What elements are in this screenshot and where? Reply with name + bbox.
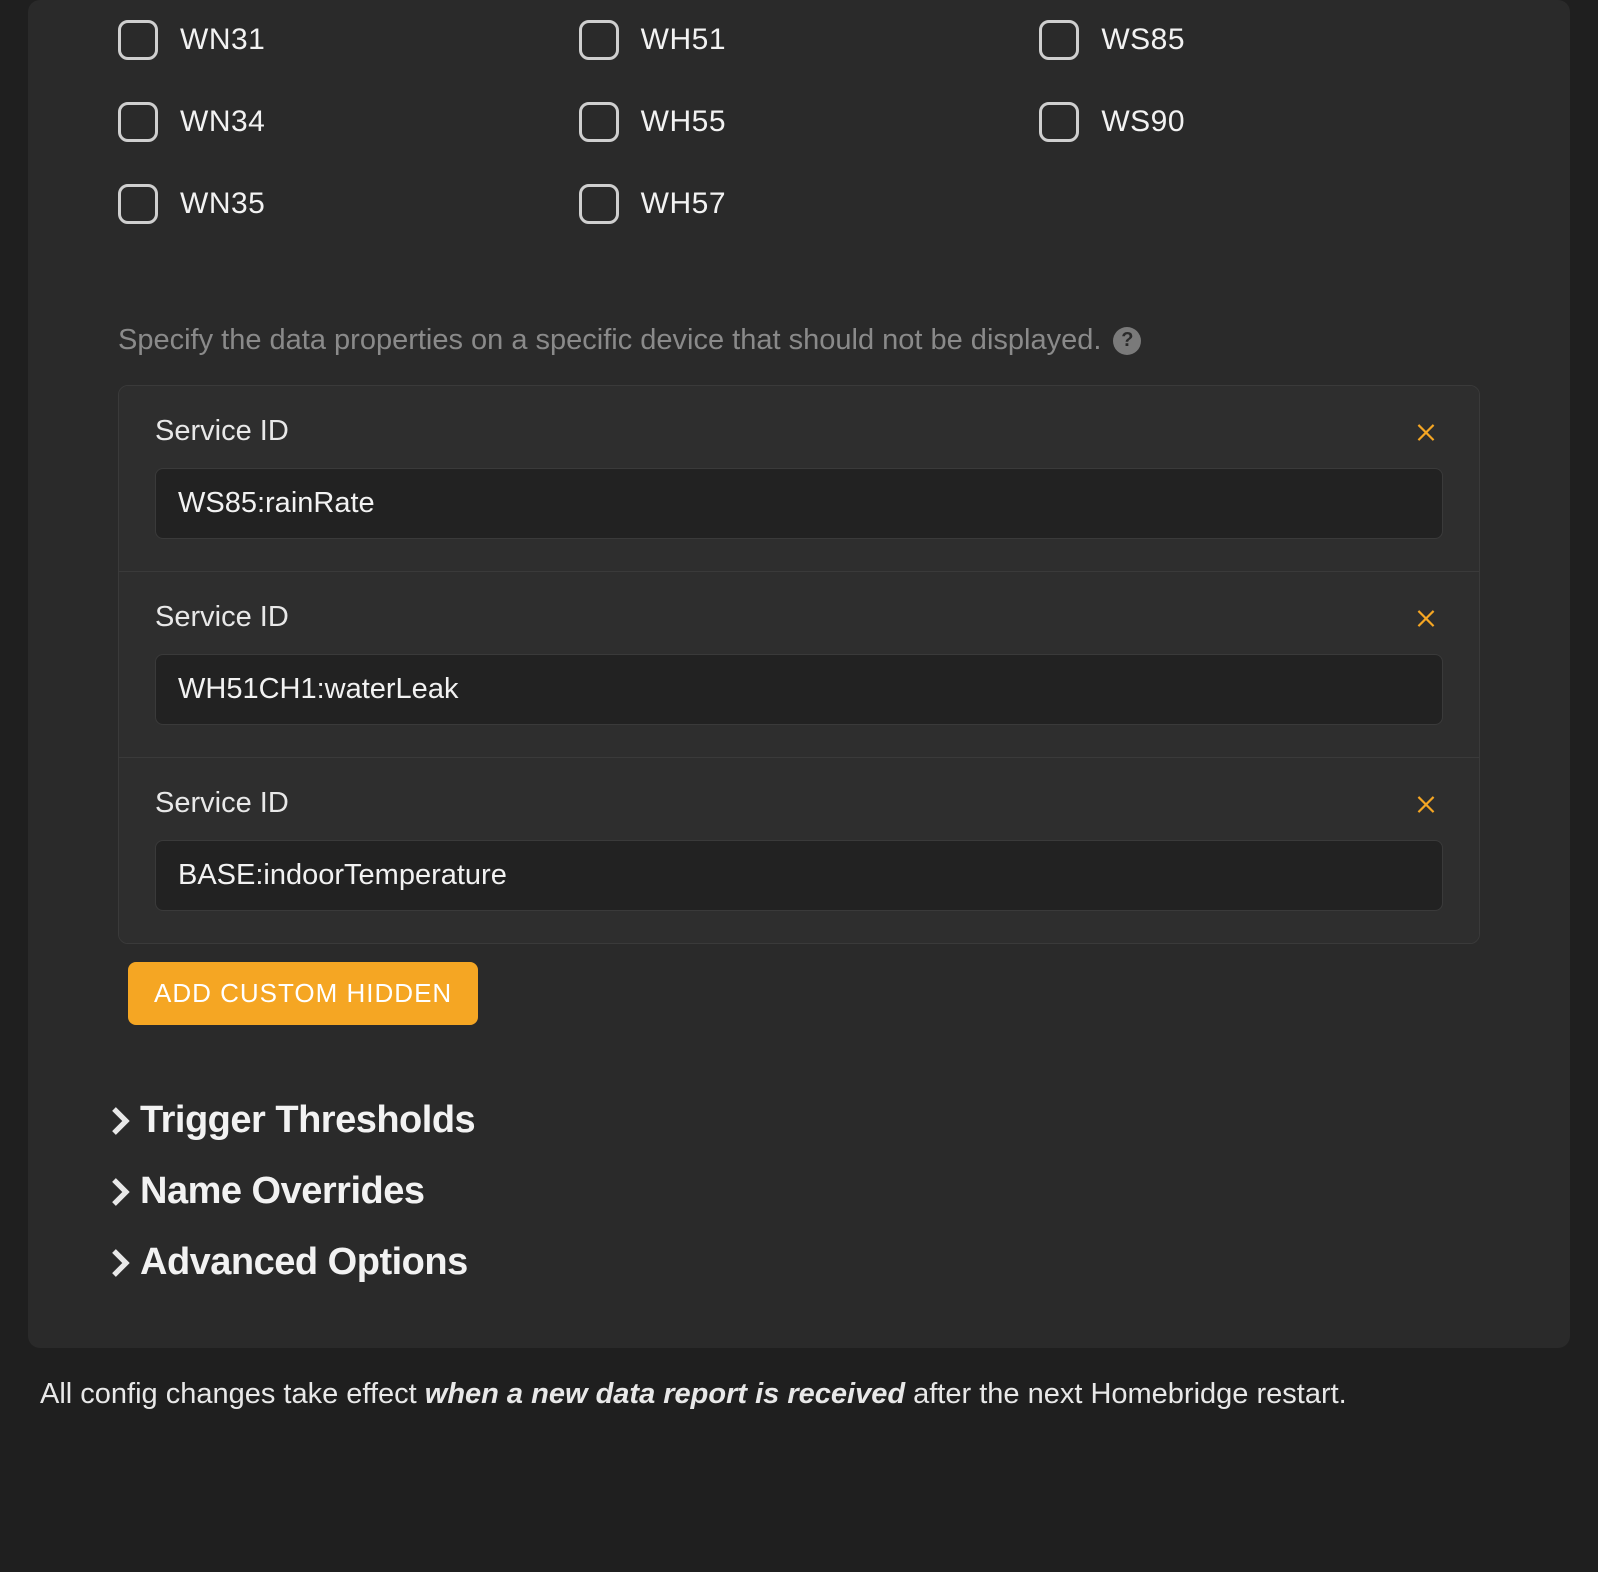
accordion-title: Name Overrides [140, 1170, 425, 1213]
accordion-advanced-options[interactable]: Advanced Options [110, 1227, 1480, 1298]
accordion-title: Trigger Thresholds [140, 1099, 475, 1142]
service-id-label: Service ID [155, 415, 289, 448]
close-icon [1413, 604, 1439, 630]
checkbox-wn34[interactable] [118, 102, 158, 142]
service-id-input[interactable] [155, 840, 1443, 911]
checkbox-row-wh57: WH57 [579, 184, 1020, 224]
chevron-right-icon [110, 1248, 130, 1278]
accordion-group: Trigger Thresholds Name Overrides Advanc… [28, 1025, 1570, 1308]
checkbox-label: WH55 [641, 105, 726, 139]
checkbox-wh51[interactable] [579, 20, 619, 60]
checkbox-label: WH57 [641, 187, 726, 221]
checkbox-ws85[interactable] [1039, 20, 1079, 60]
service-id-card: Service ID [119, 758, 1479, 943]
checkbox-label: WN34 [180, 105, 265, 139]
accordion-title: Advanced Options [140, 1241, 468, 1284]
remove-button[interactable] [1409, 414, 1443, 448]
sensor-checkbox-grid: WN31 WH51 WS85 WN34 WH55 WS90 WN35 WH [28, 0, 1570, 264]
checkbox-row-ws90: WS90 [1039, 102, 1480, 142]
checkbox-row-wn35: WN35 [118, 184, 559, 224]
checkbox-label: WN31 [180, 23, 265, 57]
checkbox-label: WS90 [1101, 105, 1185, 139]
checkbox-row-ws85: WS85 [1039, 20, 1480, 60]
service-id-label: Service ID [155, 601, 289, 634]
close-icon [1413, 418, 1439, 444]
help-icon[interactable]: ? [1113, 327, 1141, 355]
checkbox-row-wh51: WH51 [579, 20, 1020, 60]
checkbox-row-wn34: WN34 [118, 102, 559, 142]
service-id-input[interactable] [155, 468, 1443, 539]
remove-button[interactable] [1409, 600, 1443, 634]
service-id-card: Service ID [119, 572, 1479, 758]
chevron-right-icon [110, 1177, 130, 1207]
service-id-input[interactable] [155, 654, 1443, 725]
accordion-trigger-thresholds[interactable]: Trigger Thresholds [110, 1085, 1480, 1156]
checkbox-wh55[interactable] [579, 102, 619, 142]
help-text: Specify the data properties on a specifi… [28, 264, 1570, 385]
remove-button[interactable] [1409, 786, 1443, 820]
checkbox-wn31[interactable] [118, 20, 158, 60]
service-id-list: Service ID Service ID Service ID [118, 385, 1480, 944]
help-text-content: Specify the data properties on a specifi… [118, 324, 1101, 357]
checkbox-ws90[interactable] [1039, 102, 1079, 142]
footer-note: All config changes take effect when a ne… [0, 1348, 1598, 1411]
checkbox-label: WN35 [180, 187, 265, 221]
checkbox-label: WS85 [1101, 23, 1185, 57]
footer-suffix: after the next Homebridge restart. [905, 1378, 1347, 1410]
accordion-name-overrides[interactable]: Name Overrides [110, 1156, 1480, 1227]
add-custom-hidden-button[interactable]: ADD CUSTOM HIDDEN [128, 962, 478, 1025]
checkbox-row-wn31: WN31 [118, 20, 559, 60]
chevron-right-icon [110, 1106, 130, 1136]
close-icon [1413, 790, 1439, 816]
footer-emphasis: when a new data report is received [425, 1378, 905, 1410]
checkbox-row-wh55: WH55 [579, 102, 1020, 142]
config-panel: WN31 WH51 WS85 WN34 WH55 WS90 WN35 WH [28, 0, 1570, 1348]
service-id-card: Service ID [119, 386, 1479, 572]
checkbox-wh57[interactable] [579, 184, 619, 224]
service-id-label: Service ID [155, 787, 289, 820]
footer-prefix: All config changes take effect [40, 1378, 425, 1410]
checkbox-wn35[interactable] [118, 184, 158, 224]
checkbox-label: WH51 [641, 23, 726, 57]
